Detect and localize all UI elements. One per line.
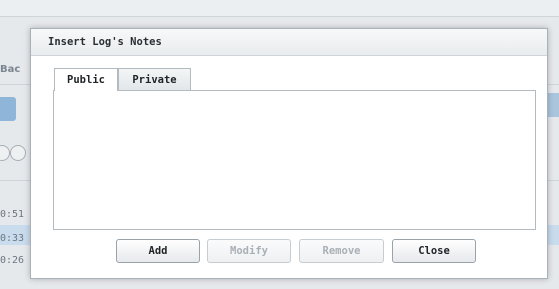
- background-topbar: [0, 0, 559, 17]
- background-row-time: 0:33: [0, 233, 25, 244]
- tab-public[interactable]: Public: [54, 68, 118, 91]
- background-action-button: [0, 97, 16, 121]
- close-button[interactable]: Close: [392, 239, 476, 263]
- insert-notes-dialog: Insert Log's Notes Public Private Add Mo…: [30, 28, 548, 279]
- background-row-time: 0:51: [0, 209, 25, 220]
- dialog-titlebar[interactable]: Insert Log's Notes: [31, 29, 547, 56]
- notes-textarea[interactable]: [53, 90, 536, 230]
- background-back-link: Bac: [0, 64, 21, 75]
- add-button[interactable]: Add: [116, 239, 200, 263]
- background-radio: [10, 145, 26, 161]
- background-row-time: 0:26: [0, 255, 25, 266]
- tab-private[interactable]: Private: [118, 68, 191, 90]
- remove-button[interactable]: Remove: [299, 239, 384, 263]
- modify-button[interactable]: Modify: [207, 239, 291, 263]
- dialog-title: Insert Log's Notes: [48, 36, 162, 48]
- background-radio: [0, 145, 10, 161]
